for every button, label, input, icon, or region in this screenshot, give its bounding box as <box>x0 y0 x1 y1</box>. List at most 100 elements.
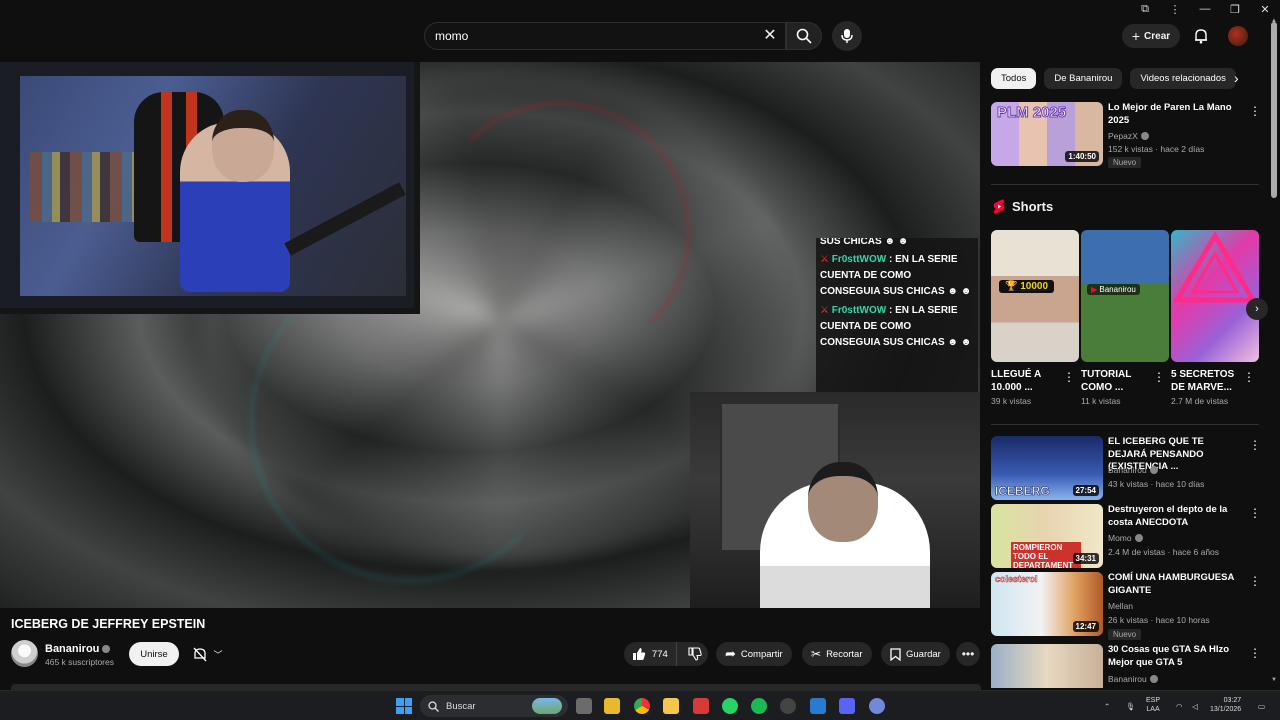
clear-search-icon[interactable]: ✕ <box>760 26 780 46</box>
recommendation-thumbnail[interactable]: colesterol 12:47 <box>991 572 1103 636</box>
system-clock[interactable]: 03:27 13/1/2026 <box>1210 696 1241 714</box>
short-item[interactable]: ▶ Bananirou TUTORIAL COMO ... 11 k vista… <box>1081 230 1169 406</box>
create-button[interactable]: + Crear <box>1122 24 1180 48</box>
recommendation-channel[interactable]: Mellan <box>1108 601 1133 611</box>
taskbar-search[interactable]: Buscar <box>420 695 568 717</box>
recommendation-title[interactable]: Destruyeron el depto de la costa ANECDOT… <box>1108 504 1238 529</box>
thumbnail-text: ROMPIERON TODO EL DEPARTAMENT <box>1011 542 1081 568</box>
verified-icon <box>1134 534 1143 542</box>
item-menu-icon[interactable]: ⋮ <box>1249 104 1261 118</box>
short-item[interactable]: 🏆 10000 LLEGUÉ A 10.000 ... 39 k vistas … <box>991 230 1079 406</box>
notifications-button[interactable] <box>1190 24 1212 48</box>
short-item[interactable]: 5 SECRETOS DE MARVE... 2.7 M de vistas ⋮ <box>1171 230 1259 406</box>
chrome-icon[interactable] <box>634 698 650 714</box>
item-menu-icon[interactable]: ⋮ <box>1249 646 1261 660</box>
channel-avatar[interactable] <box>11 640 38 667</box>
recommendation-channel[interactable]: Bananirou <box>1108 465 1158 475</box>
more-actions-button[interactable]: ••• <box>956 642 980 666</box>
subscriber-count: 465 k suscriptores <box>45 657 114 667</box>
chevron-right-icon[interactable]: › <box>1234 70 1239 86</box>
search-input[interactable]: momo <box>424 22 786 50</box>
recommendation-channel[interactable]: PepazX <box>1108 131 1149 141</box>
windows-start-button[interactable] <box>396 698 412 714</box>
account-avatar[interactable] <box>1228 26 1248 46</box>
recommendation-thumbnail[interactable]: ICEBERG 27:54 <box>991 436 1103 500</box>
recommendation-thumbnail[interactable] <box>991 644 1103 688</box>
shorts-header: Shorts <box>993 199 1053 214</box>
recommendation-channel[interactable]: Bananirou <box>1108 674 1158 684</box>
vscode-icon[interactable] <box>810 698 826 714</box>
microphone-tray-icon[interactable]: 🎙 <box>1126 691 1136 720</box>
wifi-icon[interactable]: ◠ <box>1176 691 1183 720</box>
recommendation-item[interactable]: ROMPIERON TODO EL DEPARTAMENT 34:31 Dest… <box>991 504 1261 568</box>
short-thumbnail[interactable]: ▶ Bananirou <box>1081 230 1169 362</box>
video-duration: 12:47 <box>1072 621 1099 632</box>
video-player[interactable]: SUS CHICAS ☻ ☻ ⚔ Fr0sttWOW : EN LA SERIE… <box>0 62 980 608</box>
chip-all[interactable]: Todos <box>991 68 1037 89</box>
restore-button[interactable]: ❐ <box>1220 0 1250 18</box>
recommendation-item[interactable]: 30 Cosas que GTA SA HIzo Mejor que GTA 5… <box>991 644 1261 688</box>
recommendation-thumbnail[interactable]: PLM 2025 1:40:50 <box>991 102 1103 166</box>
volume-icon[interactable]: ◁ <box>1192 691 1198 720</box>
chip-related[interactable]: Videos relacionados <box>1130 68 1236 89</box>
recommendation-thumbnail[interactable]: ROMPIERON TODO EL DEPARTAMENT 34:31 <box>991 504 1103 568</box>
short-title[interactable]: LLEGUÉ A 10.000 ... <box>991 368 1061 394</box>
discord-icon[interactable] <box>869 698 885 714</box>
browser-menu-icon[interactable]: ⋮ <box>1160 0 1190 18</box>
recommendation-title[interactable]: 30 Cosas que GTA SA HIzo Mejor que GTA 5 <box>1108 644 1238 669</box>
chip-from-channel[interactable]: De Bananirou <box>1044 68 1123 89</box>
recommendation-title[interactable]: Lo Mejor de Paren La Mano 2025 <box>1108 102 1238 127</box>
join-button[interactable]: Unirse <box>129 642 179 666</box>
item-menu-icon[interactable]: ⋮ <box>1249 438 1261 452</box>
short-title[interactable]: TUTORIAL COMO ... <box>1081 368 1151 394</box>
tray-overflow-icon[interactable]: ⌃ <box>1104 691 1110 720</box>
recommendation-item[interactable]: ICEBERG 27:54 EL ICEBERG QUE TE DEJARÁ P… <box>991 436 1261 500</box>
voice-search-button[interactable] <box>832 21 862 51</box>
scroll-down-arrow[interactable]: ▼ <box>1271 677 1277 683</box>
clip-button[interactable]: ✂ Recortar <box>802 642 872 666</box>
whatsapp-icon[interactable] <box>722 698 738 714</box>
verified-icon <box>1140 132 1149 140</box>
recommendation-channel[interactable]: Momo <box>1108 533 1143 543</box>
short-views: 11 k vistas <box>1081 396 1121 406</box>
windows-taskbar: Buscar ⌃ 🎙 ESP LAA ◠ ◁ 03:27 13/1/2026 ▭ <box>0 690 1280 720</box>
item-menu-icon[interactable]: ⋮ <box>1153 370 1165 384</box>
store-icon[interactable] <box>604 698 620 714</box>
task-view-icon[interactable] <box>576 698 592 714</box>
notification-center-icon[interactable]: ▭ <box>1258 691 1265 720</box>
save-button[interactable]: Guardar <box>881 642 950 666</box>
close-window-button[interactable]: ✕ <box>1250 0 1280 18</box>
recommendation-title[interactable]: COMÍ UNA HAMBURGUESA GIGANTE <box>1108 572 1238 597</box>
media-app-icon[interactable] <box>693 698 709 714</box>
input-language[interactable]: ESP LAA <box>1146 696 1160 714</box>
short-title[interactable]: 5 SECRETOS DE MARVE... <box>1171 368 1241 394</box>
search-button[interactable] <box>786 22 822 50</box>
thumbs-down-icon <box>688 647 702 661</box>
channel-text: Bananirou <box>1108 674 1147 684</box>
dislike-button[interactable] <box>682 642 708 666</box>
channel-name[interactable]: Bananirou <box>45 643 111 655</box>
shorts-next-button[interactable]: › <box>1246 298 1268 320</box>
subscription-bell-button[interactable]: ﹀ <box>186 642 230 666</box>
short-thumbnail[interactable] <box>1171 230 1259 362</box>
spotify-icon[interactable] <box>751 698 767 714</box>
short-thumbnail[interactable]: 🏆 10000 <box>991 230 1079 362</box>
share-button[interactable]: ➦ Compartir <box>716 642 792 666</box>
item-menu-icon[interactable]: ⋮ <box>1249 506 1261 520</box>
obs-icon[interactable] <box>780 698 796 714</box>
recommendation-item[interactable]: colesterol 12:47 COMÍ UNA HAMBURGUESA GI… <box>991 572 1261 640</box>
like-button[interactable]: 774 <box>624 642 677 666</box>
item-menu-icon[interactable]: ⋮ <box>1063 370 1075 384</box>
page-scrollbar[interactable] <box>1271 22 1277 198</box>
file-explorer-icon[interactable] <box>663 698 679 714</box>
item-menu-icon[interactable]: ⋮ <box>1249 574 1261 588</box>
shorts-title: Shorts <box>1012 199 1054 214</box>
extensions-icon[interactable]: ⧉ <box>1130 0 1160 18</box>
section-divider <box>991 424 1259 425</box>
minimize-button[interactable]: — <box>1190 0 1220 18</box>
channel-text: Bananirou <box>1108 465 1147 475</box>
game-launcher-icon[interactable] <box>839 698 855 714</box>
recommendation-item[interactable]: PLM 2025 1:40:50 Lo Mejor de Paren La Ma… <box>991 102 1261 168</box>
item-menu-icon[interactable]: ⋮ <box>1243 370 1255 384</box>
thumbs-up-icon <box>632 648 646 660</box>
